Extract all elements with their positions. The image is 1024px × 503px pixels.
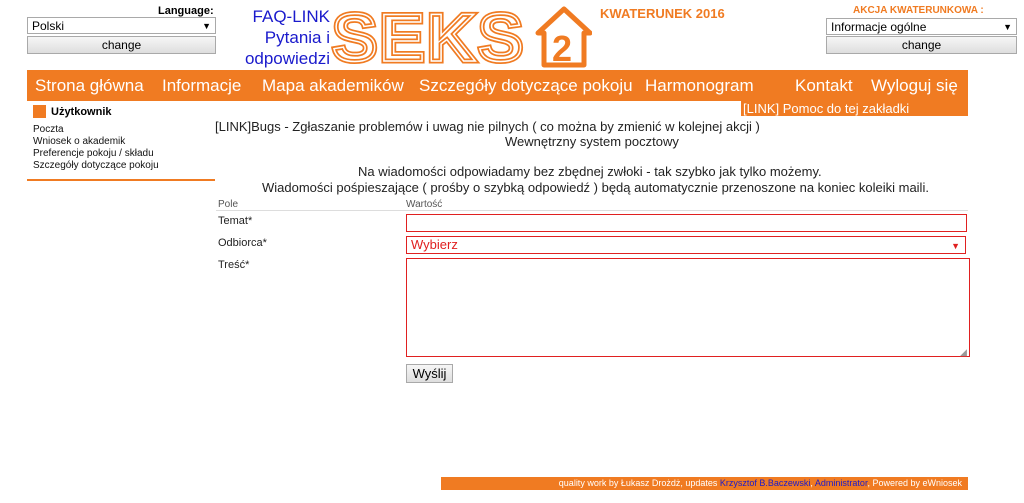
chevron-down-icon: ▼ bbox=[1003, 22, 1012, 32]
chevron-down-icon: ▼ bbox=[951, 241, 960, 251]
help-link[interactable]: [LINK] Pomoc do tej zakładki bbox=[743, 101, 909, 116]
message-body-textarea[interactable] bbox=[406, 258, 970, 357]
main-nav: Strona główna Informacje Mapa akademików… bbox=[27, 70, 968, 101]
subject-label: Temat* bbox=[218, 215, 253, 227]
language-label: Language: bbox=[158, 5, 214, 17]
user-square-icon bbox=[33, 105, 46, 118]
footer-link-baczewski[interactable]: Krzysztof B.Baczewski bbox=[720, 478, 811, 488]
footer-text: quality work by Łukasz Drożdż, updates K… bbox=[441, 477, 968, 490]
subject-input[interactable] bbox=[406, 214, 967, 232]
nav-informacje[interactable]: Informacje bbox=[162, 76, 241, 96]
notice-line-2: Wiadomości pośpieszające ( prośby o szyb… bbox=[262, 180, 929, 195]
faq-link[interactable]: FAQ-LINK Pytania i odpowiedzi bbox=[234, 6, 330, 69]
bugs-link[interactable]: [LINK]Bugs - Zgłaszanie problemów i uwag… bbox=[215, 119, 760, 134]
nav-strona-glowna[interactable]: Strona główna bbox=[35, 76, 144, 96]
notice-line-1: Na wiadomości odpowiadamy bez zbędnej zw… bbox=[358, 164, 822, 179]
logo-number: 2 bbox=[552, 28, 572, 69]
language-select[interactable]: Polski ▼ bbox=[27, 17, 216, 34]
house-icon: 2 bbox=[535, 6, 592, 69]
footer-credit: quality work by Łukasz Drożdż, updates bbox=[558, 478, 720, 488]
language-change-button[interactable]: change bbox=[27, 36, 216, 54]
footer-powered: , Powered by eWniosek bbox=[867, 478, 962, 488]
seks-logo: SEKS SEKS 2 bbox=[330, 3, 592, 69]
akcja-select[interactable]: Informacje ogólne ▼ bbox=[826, 18, 1017, 35]
akcja-change-button[interactable]: change bbox=[826, 36, 1017, 54]
recipient-value: Wybierz bbox=[411, 237, 458, 252]
logo-text-inner: SEKS bbox=[332, 3, 525, 69]
footer-link-administrator[interactable]: Administrator bbox=[815, 478, 868, 488]
mail-system-title: Wewnętrzny system pocztowy bbox=[505, 134, 679, 149]
sidebar-item-wniosek[interactable]: Wniosek o akademik bbox=[33, 136, 125, 147]
header-divider bbox=[216, 210, 968, 211]
body-label: Treść* bbox=[218, 259, 250, 271]
recipient-select[interactable]: Wybierz ▼ bbox=[406, 236, 966, 254]
nav-kontakt[interactable]: Kontakt bbox=[795, 76, 853, 96]
nav-szczegoly-pokoju[interactable]: Szczegóły dotyczące pokoju bbox=[419, 76, 633, 96]
sidebar-item-preferencje[interactable]: Preferencje pokoju / składu bbox=[33, 148, 154, 159]
chevron-down-icon: ▼ bbox=[202, 21, 211, 31]
kwaterunek-title: KWATERUNEK 2016 bbox=[600, 6, 725, 21]
language-value: Polski bbox=[32, 19, 65, 33]
sidebar-title: Użytkownik bbox=[51, 106, 112, 118]
resize-grip-icon[interactable]: ◢ bbox=[960, 347, 967, 358]
send-button[interactable]: Wyślij bbox=[406, 364, 453, 383]
sidebar-item-poczta[interactable]: Poczta bbox=[33, 124, 64, 135]
faq-line-2: Pytania i bbox=[264, 28, 330, 47]
akcja-value: Informacje ogólne bbox=[831, 20, 927, 34]
recipient-label: Odbiorca* bbox=[218, 237, 267, 249]
nav-wyloguj[interactable]: Wyloguj się bbox=[871, 76, 958, 96]
akcja-label: AKCJA KWATERUNKOWA : bbox=[853, 5, 984, 16]
faq-line-1: FAQ-LINK bbox=[252, 7, 330, 26]
column-header-field: Pole bbox=[218, 199, 239, 210]
column-header-value: Wartość bbox=[406, 199, 443, 210]
nav-mapa-akademikow[interactable]: Mapa akademików bbox=[262, 76, 404, 96]
sidebar-item-szczegoly[interactable]: Szczegóły dotyczące pokoju bbox=[33, 160, 159, 171]
faq-line-3: odpowiedzi bbox=[244, 49, 330, 68]
nav-harmonogram[interactable]: Harmonogram bbox=[645, 76, 754, 96]
